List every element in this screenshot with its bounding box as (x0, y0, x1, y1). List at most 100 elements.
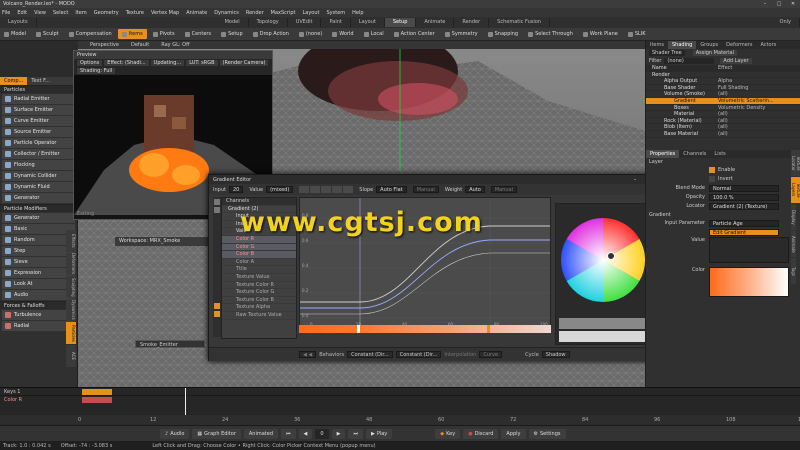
vtab-sculpting[interactable]: Sculpting (66, 276, 76, 298)
viewport-label-default[interactable]: Default (131, 42, 149, 48)
pre-behavior-btn[interactable]: ◀ ◀ (299, 351, 317, 358)
channel-texture-color-g[interactable]: Texture Color G (222, 289, 296, 297)
tool-sieve[interactable]: Sieve (2, 257, 75, 267)
rp-tab-deformers[interactable]: Deformers (722, 41, 756, 49)
preview-opt-0[interactable]: Options (77, 60, 103, 66)
value-gradient-preview[interactable] (709, 236, 789, 263)
channel-texture-value[interactable]: Texture Value (222, 274, 296, 282)
time-ruler[interactable]: 01224364860728496108120 (0, 415, 800, 425)
shader-tree-view[interactable]: Shader Tree (649, 50, 685, 56)
tool-radial[interactable]: Radial (2, 321, 75, 331)
close-icon[interactable]: ✕ (786, 1, 800, 7)
tool-expression[interactable]: Expression (2, 268, 75, 278)
track-keys[interactable]: Keys 1 (0, 388, 800, 396)
channel-color-g[interactable]: Color G (222, 243, 296, 252)
menu-vertex-map[interactable]: Vertex Map (151, 10, 179, 16)
viewport-label-ray-gl-off[interactable]: Ray GL: Off (161, 42, 189, 48)
menu-file[interactable]: File (2, 10, 10, 16)
last-frame-button[interactable]: ⏭ (348, 428, 363, 439)
menu-dynamics[interactable]: Dynamics (214, 10, 239, 16)
filter-icon[interactable] (214, 303, 220, 309)
locator-dropdown[interactable]: Gradient (2) (Texture) (709, 202, 779, 210)
tool-audio[interactable]: Audio (2, 290, 75, 300)
slope-dropdown[interactable]: Auto Flat (376, 186, 407, 193)
shader-item-boxes[interactable]: Boxes Volumetric Density (646, 105, 800, 112)
menu-geometry[interactable]: Geometry (94, 10, 119, 16)
section-particles[interactable]: Particles (0, 85, 77, 93)
lock-icon[interactable] (214, 199, 220, 205)
weight-manual[interactable]: Manual (490, 186, 518, 193)
tool-dynamic-collider[interactable]: Dynamic Collider (2, 171, 75, 181)
preview-opt-3[interactable]: LUT: sRGB (186, 60, 218, 66)
channel-texture-alpha[interactable]: Texture Alpha (222, 304, 296, 312)
tool-step[interactable]: Step (2, 246, 75, 256)
tool-collector-emitter[interactable]: Collector / Emitter (2, 149, 75, 159)
layout-tab-setup[interactable]: Setup (384, 18, 417, 27)
toolbar-compensation[interactable]: Compensation (65, 29, 116, 39)
menu-item[interactable]: Item (75, 10, 86, 16)
blend-dropdown[interactable]: Normal (709, 184, 779, 192)
toolbar-snapping[interactable]: Snapping (484, 29, 523, 39)
section-particle-modifiers[interactable]: Particle Modifiers (0, 204, 77, 212)
gradient-key-1[interactable] (357, 325, 360, 333)
toolbar-none[interactable]: (none) (295, 29, 326, 39)
vtab-particles[interactable]: Particles (66, 322, 76, 344)
menu-texture[interactable]: Texture (126, 10, 144, 16)
menu-system[interactable]: System (327, 10, 346, 16)
toolbar-select-through[interactable]: Select Through (524, 29, 577, 39)
channel-color-b[interactable]: Color B (222, 251, 296, 259)
opacity-field[interactable]: 100.0 % (709, 193, 779, 201)
add-layer-button[interactable]: Add Layer (720, 58, 752, 64)
tool-particle-operator[interactable]: Particle Operator (2, 138, 75, 148)
toolbar-items[interactable]: Items (117, 29, 147, 39)
behavior-pre-dropdown[interactable]: Constant (Dir... (347, 351, 393, 358)
menu-edit[interactable]: Edit (17, 10, 27, 16)
curve-tool-1-icon[interactable] (299, 186, 310, 193)
shader-item-base-material[interactable]: Base Material (all) (646, 131, 800, 138)
layout-tab-model[interactable]: Model (217, 18, 249, 27)
left-tab-1[interactable]: Text F... (27, 77, 54, 85)
toolbar-centers[interactable]: Centers (181, 29, 215, 39)
rp-vtab-tags[interactable]: Tags (791, 258, 796, 284)
toolbar-setup[interactable]: Setup (217, 29, 247, 39)
channel-texture-color-r[interactable]: Texture Color R (222, 282, 296, 290)
toolbar-action-center[interactable]: Action Center (390, 29, 439, 39)
graph-editor-button[interactable]: ▦ Graph Editor (192, 428, 241, 439)
vtab-dynamics[interactable]: Dynamics (66, 299, 76, 321)
workspace-label[interactable]: Workspace: MRX_Smoke (115, 237, 210, 246)
key-button[interactable]: ◆ Key (435, 428, 461, 439)
preview-opt-1[interactable]: Effect: (Shadi... (104, 60, 149, 66)
shader-item-gradient[interactable]: Gradient Volumetric Scatterin... (646, 97, 800, 105)
ge-minimize-icon[interactable]: – (629, 177, 641, 183)
timeline[interactable]: Keys 1 Color R (0, 387, 800, 416)
toolbar-drop-action[interactable]: Drop Action (249, 29, 293, 39)
edit-gradient-button[interactable]: Edit Gradient (709, 228, 779, 236)
tool-radial-emitter[interactable]: Radial Emitter (2, 94, 75, 104)
animated-dropdown[interactable]: Animated (243, 428, 279, 439)
tool-curve-emitter[interactable]: Curve Emitter (2, 116, 75, 126)
frame-field[interactable]: 0 (315, 428, 329, 439)
curve-tool-5-icon[interactable] (343, 186, 354, 193)
key-range-bar[interactable] (82, 389, 112, 395)
maximize-icon[interactable]: □ (772, 1, 786, 7)
props-tab-lists[interactable]: Lists (710, 150, 729, 158)
toolbar-local[interactable]: Local (360, 29, 388, 39)
rp-tab-items[interactable]: Items (646, 41, 668, 49)
shader-tree[interactable]: Render Alpha Output Alpha Base Shader Full S… (646, 72, 800, 138)
menu-select[interactable]: Select (53, 10, 68, 16)
shader-item-rock-material[interactable]: Rock (Material) (all) (646, 118, 800, 125)
vtab-deformers[interactable]: Deformers (66, 253, 76, 275)
layout-tab-animate[interactable]: Animate (416, 18, 455, 27)
visibility-icon[interactable] (214, 311, 220, 317)
vtab-ace[interactable]: ACE (66, 345, 76, 367)
emitter-node[interactable]: Smoke_Emitter (135, 340, 205, 348)
next-key-button[interactable]: ▶ (331, 428, 346, 439)
shader-item-blob-item[interactable]: Blob (Item) (all) (646, 124, 800, 131)
tool-surface-emitter[interactable]: Surface Emitter (2, 105, 75, 115)
preview-opt-4[interactable]: (Render Camera) (219, 60, 269, 66)
layout-tab-topology[interactable]: Topology (249, 18, 288, 27)
filter-dropdown[interactable]: (none) (664, 58, 715, 64)
tool-generator[interactable]: Generator (2, 213, 75, 223)
rp-vtab-display[interactable]: Display (791, 204, 796, 230)
link-icon[interactable] (214, 207, 220, 213)
